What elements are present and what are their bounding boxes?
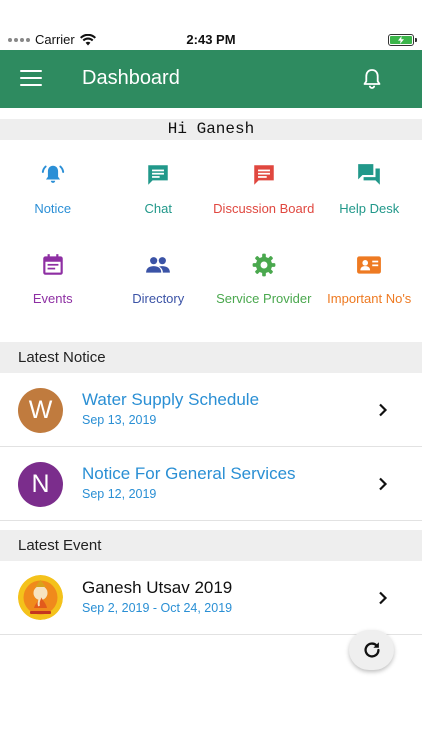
tile-label: Help Desk [339, 201, 400, 216]
greeting: Hi Ganesh [0, 119, 422, 140]
avatar: N [18, 462, 63, 507]
notice-date: Sep 13, 2019 [82, 413, 157, 427]
tile-label: Directory [132, 291, 185, 306]
refresh-button[interactable] [349, 630, 394, 670]
chevron-right-icon [379, 591, 388, 605]
app-bar: Dashboard [0, 50, 422, 108]
notice-row[interactable]: W Water Supply Schedule Sep 13, 2019 [0, 373, 422, 447]
menu-icon[interactable] [20, 70, 42, 88]
clock: 2:43 PM [186, 32, 236, 47]
latest-notice-heading: Latest Notice [0, 342, 422, 373]
latest-event-heading: Latest Event [0, 530, 422, 561]
refresh-icon [363, 642, 380, 658]
dashboard-grid: Notice Chat Discussion Board Help Desk E… [0, 158, 422, 338]
tile-label: Important No's [327, 291, 412, 306]
chat-icon [148, 165, 168, 185]
tile-events[interactable]: Events [0, 248, 106, 338]
bell-icon[interactable] [360, 67, 384, 91]
notice-title: Water Supply Schedule [82, 390, 260, 409]
forum-icon [358, 164, 381, 185]
tile-label: Notice [34, 201, 72, 216]
tile-label: Discussion Board [213, 201, 315, 216]
calendar-icon [43, 254, 63, 275]
tile-service-provider[interactable]: Service Provider [211, 248, 317, 338]
tile-label: Chat [144, 201, 172, 216]
people-icon [146, 257, 171, 273]
event-date: Sep 2, 2019 - Oct 24, 2019 [82, 601, 233, 615]
tile-directory[interactable]: Directory [106, 248, 212, 338]
gear-icon [252, 253, 276, 277]
tile-label: Service Provider [216, 291, 312, 306]
tile-discussion-board[interactable]: Discussion Board [211, 158, 317, 248]
tile-important-numbers[interactable]: Important No's [317, 248, 422, 338]
bell-ring-icon [41, 165, 64, 183]
battery-icon [388, 34, 417, 46]
status-bar: Carrier 2:43 PM [0, 0, 422, 50]
contact-card-icon [357, 256, 382, 274]
tile-label: Events [32, 291, 73, 306]
notice-row[interactable]: N Notice For General Services Sep 12, 20… [0, 447, 422, 521]
notice-title: Notice For General Services [82, 464, 296, 483]
avatar: W [18, 388, 63, 433]
grid-row: Notice Chat Discussion Board Help Desk [0, 158, 422, 248]
event-row[interactable]: Ganesh Utsav 2019 Sep 2, 2019 - Oct 24, … [0, 561, 422, 635]
page-title: Dashboard [82, 67, 180, 89]
tile-notice[interactable]: Notice [0, 158, 106, 248]
tile-chat[interactable]: Chat [106, 158, 212, 248]
notice-date: Sep 12, 2019 [82, 487, 157, 501]
event-title: Ganesh Utsav 2019 [82, 578, 233, 597]
ganesh-image [18, 575, 63, 620]
tile-help-desk[interactable]: Help Desk [317, 158, 422, 248]
chevron-right-icon [379, 403, 388, 417]
grid-row: Events Directory Service Provider Import… [0, 248, 422, 338]
message-icon [254, 165, 274, 185]
chevron-right-icon [379, 477, 388, 491]
